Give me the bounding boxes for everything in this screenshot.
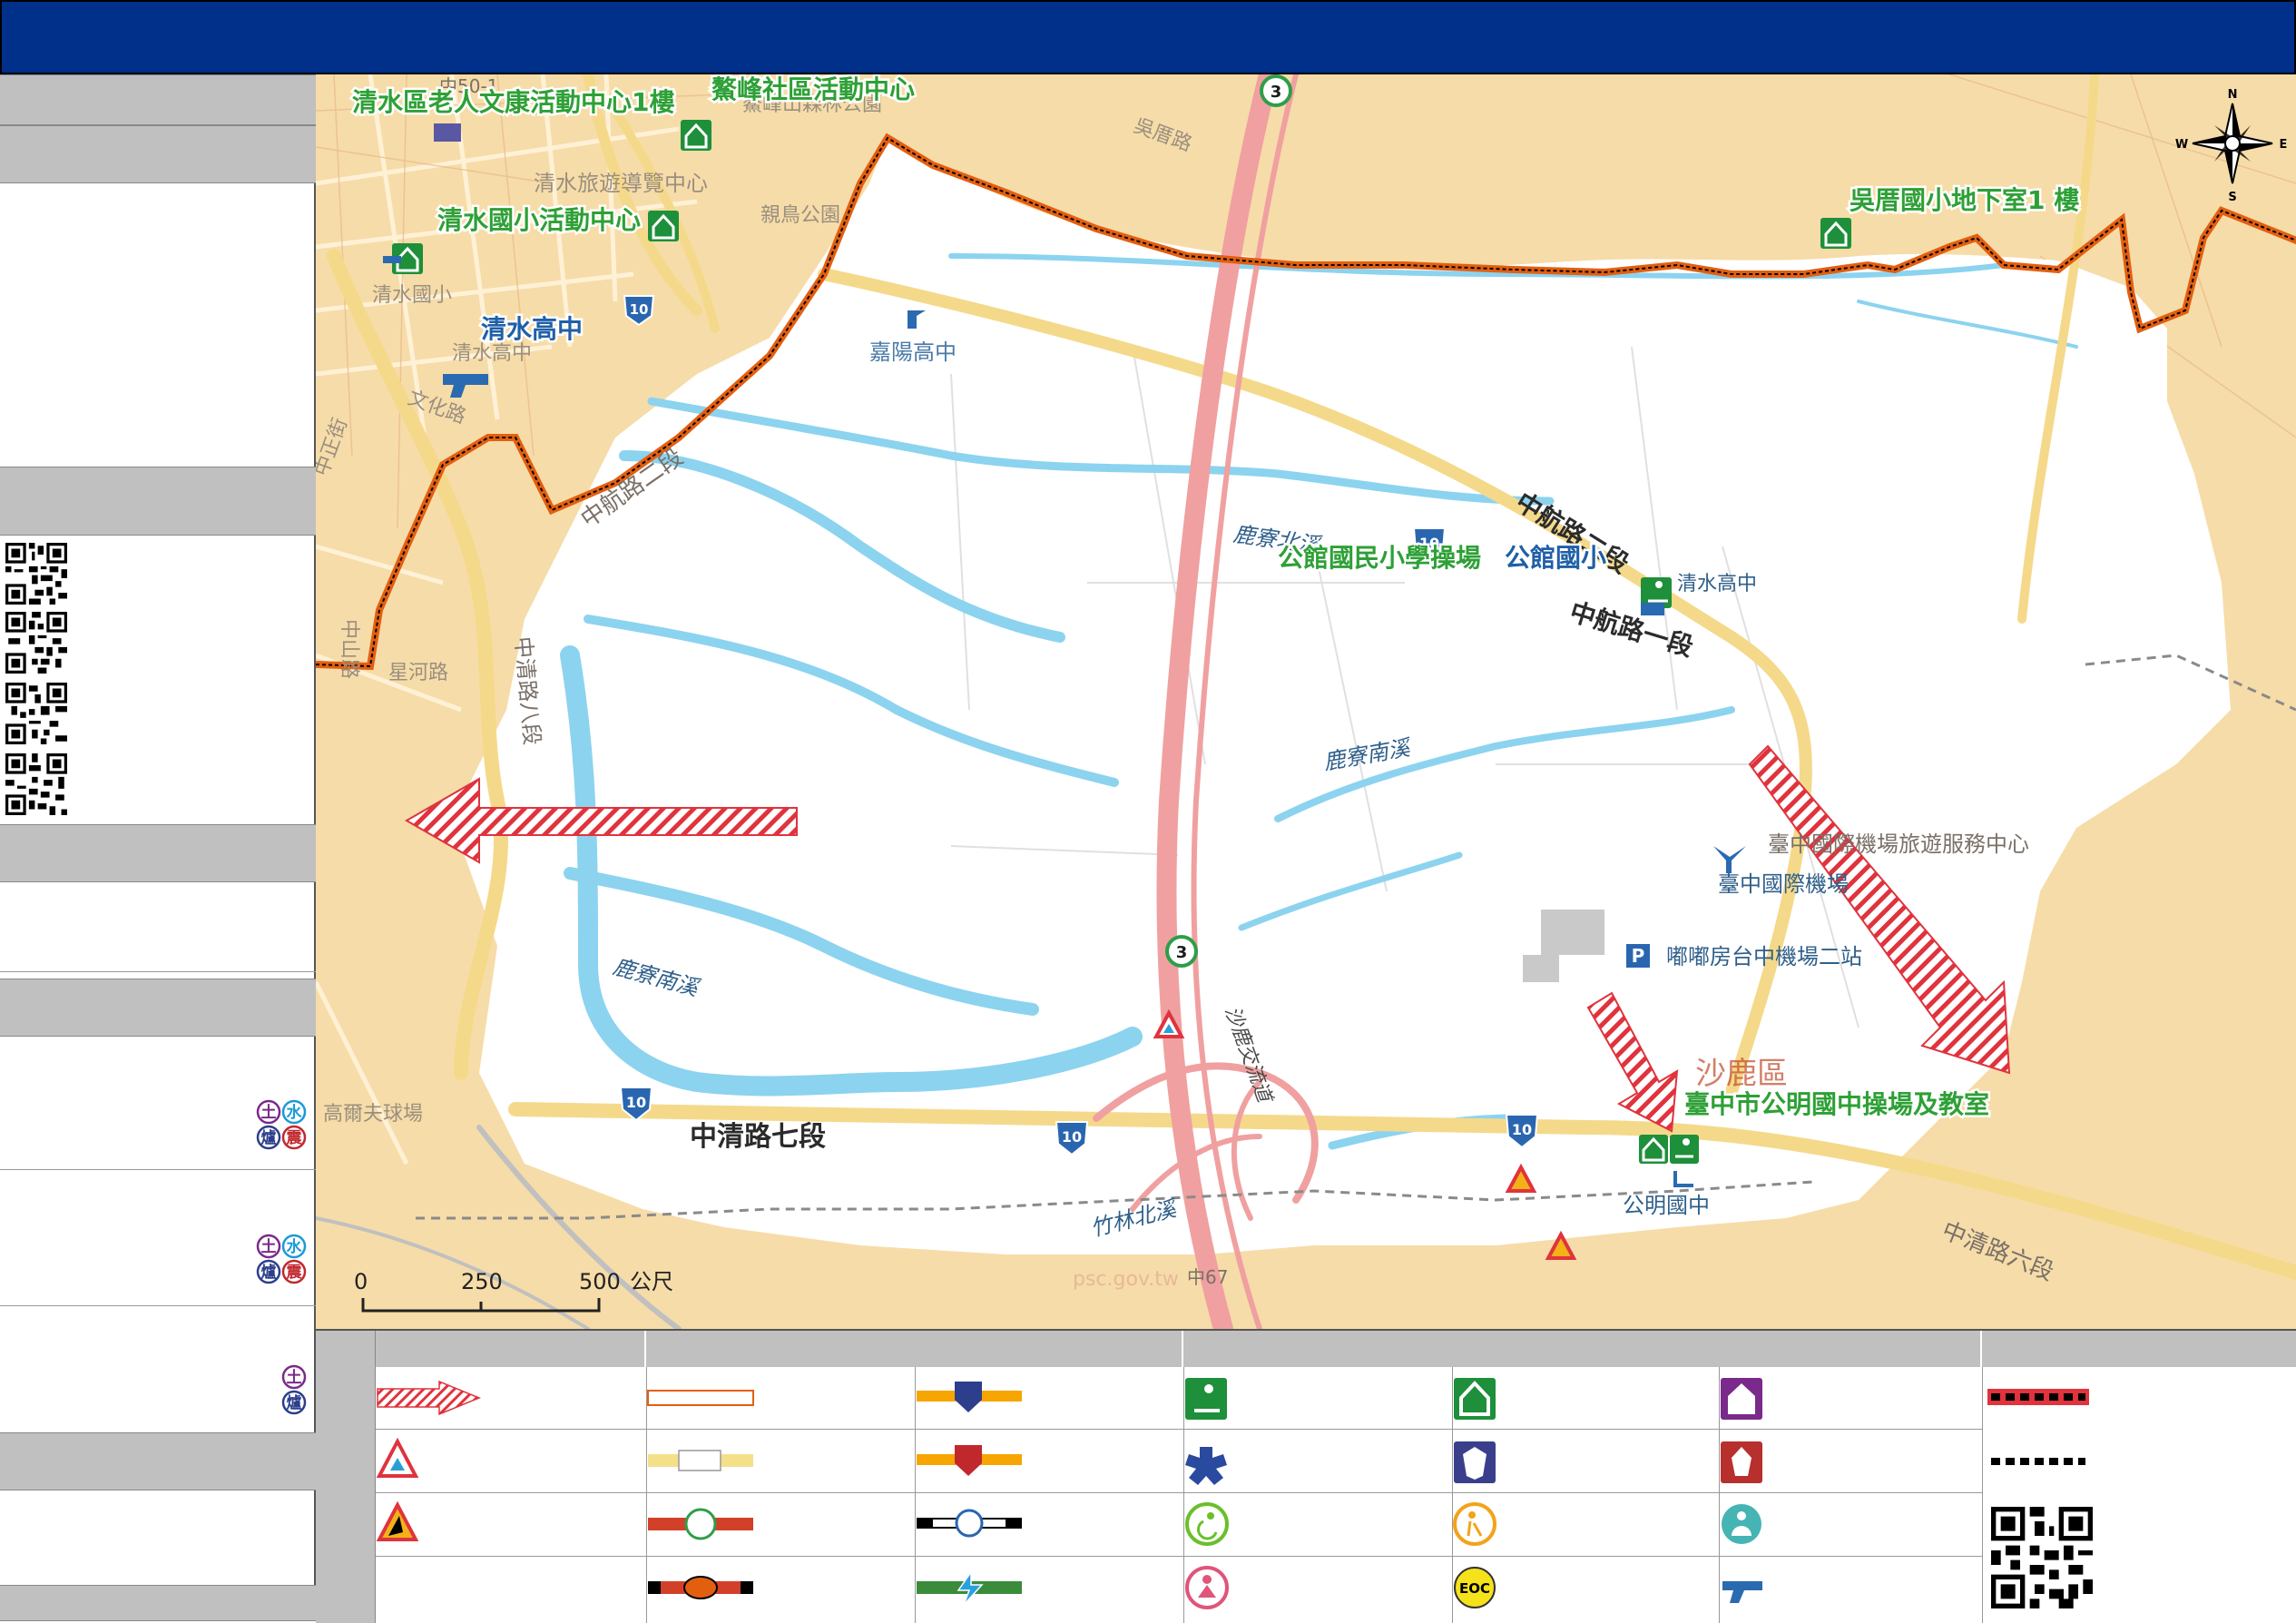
base-label: 嘉陽高中	[869, 339, 957, 365]
header-bar	[0, 0, 2296, 74]
hsr-station-icon	[957, 1569, 984, 1606]
sidebar-section-header-2	[0, 125, 316, 183]
sidebar-section-header-7	[0, 1585, 316, 1621]
base-label: 星河路	[388, 662, 448, 684]
town-road-icon	[647, 1390, 754, 1406]
compass-w: W	[2175, 138, 2188, 152]
hazard-badges: 土 水 爐 震	[256, 1234, 307, 1284]
shelter-label: 臺中市公明國中操場及教室	[1684, 1089, 1989, 1119]
qr-code[interactable]	[5, 612, 67, 674]
base-label: 中山路	[338, 619, 360, 679]
svg-text:3: 3	[1176, 943, 1188, 962]
shelter-label: 清水國小活動中心	[437, 205, 641, 235]
baby-care-icon	[1722, 1504, 1761, 1544]
sidebar-section-header-4	[0, 824, 316, 882]
badge-flood: 水	[287, 1103, 303, 1122]
scale-tick: 0	[354, 1269, 368, 1294]
railway-station-icon	[955, 1509, 984, 1538]
shelter-label: 清水區老人文康活動中心1樓	[352, 87, 674, 117]
base-label: 嘟嘟房台中機場二站	[1666, 944, 1862, 969]
info-sidebar: 土 水 爐 震 土 水 爐 震 土 爐	[0, 74, 316, 1621]
base-label: 高爾夫球場	[323, 1103, 423, 1126]
badge-flood: 水	[287, 1237, 303, 1256]
base-label: 臺中國際機場旅遊服務中心	[1768, 831, 2029, 857]
base-label: 沙鹿區	[1695, 1056, 1788, 1092]
outdoor-shelter-icon	[1185, 1378, 1227, 1420]
base-label: 公明國中	[1623, 1193, 1710, 1218]
badge-debris: 爐	[261, 1128, 277, 1147]
hazard-badges: 土 爐	[281, 1364, 307, 1415]
school-label: 清水高中	[481, 314, 583, 344]
shelter-label: 鰲峰社區活動中心	[711, 74, 915, 104]
badge-landslide: 土	[261, 1237, 277, 1256]
watermark: psc.gov.tw	[1073, 1268, 1179, 1291]
helipad-icon	[1722, 1581, 1762, 1603]
scale-unit: 公尺	[630, 1269, 673, 1294]
base-label: 清水高中	[1677, 573, 1757, 595]
base-label: 清水高中	[452, 342, 532, 365]
svg-text:10: 10	[1062, 1128, 1082, 1146]
qr-code[interactable]	[5, 683, 67, 744]
base-label: 親鳥公園	[760, 204, 840, 227]
sidebar-section-header-5	[0, 979, 316, 1037]
svg-text:10: 10	[626, 1094, 646, 1111]
hazard-badges: 土 水 爐 震	[256, 1099, 307, 1150]
scale-tick: 250	[461, 1269, 503, 1294]
police-station-icon	[955, 1382, 982, 1412]
base-label: 中67	[1187, 1266, 1228, 1288]
qr-code[interactable]	[5, 753, 67, 815]
compass-n: N	[2228, 88, 2238, 102]
legend-panel: EOC	[316, 1329, 2296, 1623]
shelter-label: 公館國民小學操場	[1278, 543, 1481, 573]
svg-text:P: P	[1632, 945, 1645, 967]
evacuation-map[interactable]: 3 3 10 10 10 10 10 P 清水旅遊導覽中心 鰲峰山森林公園 親鳥…	[316, 74, 2296, 1329]
badge-earthquake: 震	[286, 1129, 303, 1147]
svg-text:10: 10	[630, 301, 649, 318]
qr-code[interactable]	[5, 543, 67, 605]
school-label: 公館國小	[1505, 543, 1606, 573]
sidebar-section-header-1	[0, 74, 316, 125]
evac-arrow-icon	[377, 1380, 481, 1416]
badge-debris: 爐	[287, 1393, 302, 1412]
compass-s: S	[2228, 191, 2236, 204]
sidebar-section-header-6	[0, 1432, 316, 1490]
svg-text:10: 10	[1512, 1121, 1532, 1138]
qr-code[interactable]	[1991, 1507, 2093, 1608]
svg-text:3: 3	[1271, 83, 1282, 102]
shelter-label: 吳厝國小地下室1 樓	[1850, 185, 2079, 215]
medical-icon	[1185, 1447, 1227, 1485]
map-canvas: 3 3 10 10 10 10 10 P 清水旅遊導覽中心 鰲峰山森林公園 親鳥…	[316, 74, 2296, 1329]
badge-landslide: 土	[261, 1103, 277, 1122]
svg-text:EOC: EOC	[1459, 1580, 1490, 1597]
sidebar-section-header-3	[0, 467, 316, 536]
badge-debris: 爐	[261, 1263, 277, 1282]
scale-tick: 500	[579, 1269, 621, 1294]
base-label: 清水旅遊導覽中心	[534, 171, 708, 196]
compass-e: E	[2280, 138, 2288, 152]
fire-station-icon	[955, 1445, 982, 1476]
badge-landslide: 土	[287, 1368, 302, 1387]
base-label: 臺中國際機場	[1718, 871, 1849, 897]
badge-earthquake: 震	[286, 1264, 303, 1282]
base-label: 清水國小	[372, 284, 452, 307]
base-label: 中清路七段	[690, 1121, 826, 1153]
